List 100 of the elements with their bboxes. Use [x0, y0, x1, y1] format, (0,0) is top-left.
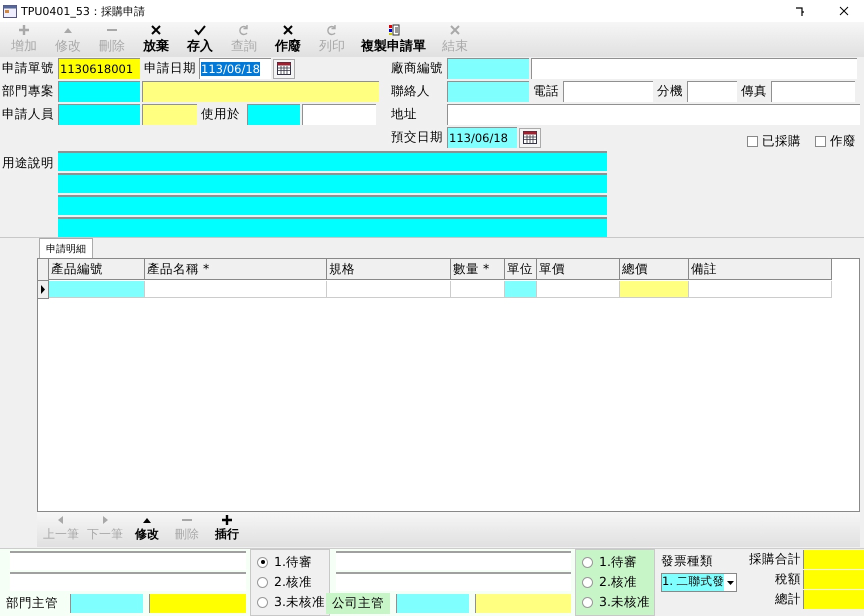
toolbar-button[interactable]: 複製申請單: [354, 22, 433, 57]
input-field: [803, 570, 864, 589]
calendar-icon: [523, 131, 537, 144]
input-field[interactable]: 113/06/18: [447, 127, 517, 148]
toolbar-button[interactable]: 修改: [127, 512, 167, 547]
radio-button[interactable]: 1.待審: [257, 554, 329, 571]
column-header[interactable]: 產品名稱 *: [145, 259, 327, 280]
redo-icon: [326, 24, 338, 36]
radio-button[interactable]: 1.待審: [582, 554, 654, 571]
table-cell[interactable]: [689, 281, 832, 298]
pointer-icon: [40, 285, 46, 294]
field-label: 申請單號: [1, 60, 55, 77]
checkbox[interactable]: 作廢: [815, 133, 856, 150]
column-header[interactable]: 備註: [689, 259, 832, 280]
radio-button[interactable]: 2.核准: [582, 574, 654, 591]
field-label: 使用於: [200, 106, 241, 123]
input-field: [803, 590, 864, 609]
input-field[interactable]: [58, 81, 140, 102]
check-icon: [194, 24, 206, 36]
checkbox[interactable]: 已採購: [747, 133, 801, 150]
toolbar-button[interactable]: 插行: [207, 512, 247, 547]
caret-icon: [726, 580, 734, 584]
window-title: TPU0401_53：採購申請: [21, 4, 145, 18]
input-field[interactable]: [771, 81, 855, 102]
field-label: 用途說明: [1, 154, 55, 172]
toolbar-button[interactable]: 放棄: [134, 22, 178, 57]
column-header[interactable]: 單價: [537, 259, 620, 280]
toolbar-button[interactable]: 存入: [178, 22, 222, 57]
table-cell[interactable]: [537, 281, 620, 298]
close-icon: [839, 6, 849, 16]
input-field[interactable]: [58, 173, 607, 193]
input-field[interactable]: [58, 217, 607, 237]
field-label: 分機: [656, 83, 684, 100]
input-field[interactable]: [58, 195, 607, 215]
close-icon: [449, 24, 461, 36]
field-label: 採購合計: [749, 551, 801, 568]
field-label: 稅額: [775, 571, 801, 588]
field-label: 傳真: [740, 83, 768, 100]
redo-icon: [238, 24, 250, 36]
column-header[interactable]: 規格: [327, 259, 451, 280]
input-field[interactable]: [247, 104, 300, 125]
input-field[interactable]: [447, 58, 529, 79]
field-label: 地址: [390, 106, 418, 123]
restore-icon: [795, 6, 805, 16]
app-icon: [3, 4, 17, 18]
input-field[interactable]: [336, 551, 571, 570]
plus-icon: [18, 24, 30, 36]
plus-icon: [221, 514, 233, 526]
input-field[interactable]: 113/06/18: [199, 58, 271, 79]
input-field[interactable]: [563, 81, 653, 102]
input-field[interactable]: [10, 572, 246, 591]
column-header[interactable]: 數量 *: [451, 259, 505, 280]
input-field[interactable]: [475, 594, 571, 613]
input-field[interactable]: [58, 151, 607, 171]
field-label: 電話: [532, 83, 560, 100]
input-field[interactable]: [687, 81, 737, 102]
field-label: 發票種類: [661, 553, 714, 570]
table-cell[interactable]: [49, 281, 145, 298]
input-field: [803, 550, 864, 569]
input-field[interactable]: [142, 104, 197, 125]
field-label: 聯絡人: [390, 83, 431, 100]
input-field[interactable]: [142, 81, 379, 102]
close-icon: [150, 24, 162, 36]
field-label: 預交日期: [390, 129, 444, 146]
document-icon: [388, 24, 400, 36]
column-header[interactable]: 產品編號: [49, 259, 145, 280]
input-field[interactable]: [531, 58, 857, 79]
tab[interactable]: 申請明細: [39, 238, 93, 258]
field-label: 公司主管: [326, 593, 390, 614]
input-field[interactable]: [58, 104, 140, 125]
input-field[interactable]: [70, 594, 143, 613]
close-icon: [282, 24, 294, 36]
table-cell[interactable]: [620, 281, 689, 298]
input-field[interactable]: 1130618001: [58, 58, 140, 79]
table-cell[interactable]: [145, 281, 327, 298]
calendar-button[interactable]: [519, 128, 541, 148]
input-field[interactable]: [149, 594, 246, 613]
radio-button[interactable]: 3.未核准: [582, 594, 654, 612]
column-header[interactable]: 單位: [505, 259, 537, 280]
field-label: 申請人員: [1, 106, 55, 123]
input-field[interactable]: [336, 572, 571, 591]
input-field[interactable]: [447, 81, 529, 102]
column-header[interactable]: 總價: [620, 259, 689, 280]
table-cell[interactable]: [451, 281, 505, 298]
invoice-type-dropdown[interactable]: 1. 二聯式發: [661, 573, 737, 592]
input-field[interactable]: [10, 551, 246, 570]
field-label: 部門專案: [1, 83, 55, 100]
toolbar-button[interactable]: 作廢: [266, 22, 310, 57]
field-label: 總計: [775, 591, 801, 608]
table-cell[interactable]: [327, 281, 451, 298]
radio-button[interactable]: 3.未核准: [257, 594, 329, 612]
field-label: 部門主管: [5, 594, 59, 612]
input-field[interactable]: [447, 104, 860, 125]
calendar-button[interactable]: [273, 58, 295, 78]
radio-button[interactable]: 2.核准: [257, 574, 329, 591]
field-label: 申請日期: [143, 60, 197, 77]
table-cell[interactable]: [505, 281, 537, 298]
input-field[interactable]: [396, 594, 469, 613]
input-field[interactable]: [302, 104, 376, 125]
field-label: 廠商編號: [390, 60, 444, 77]
